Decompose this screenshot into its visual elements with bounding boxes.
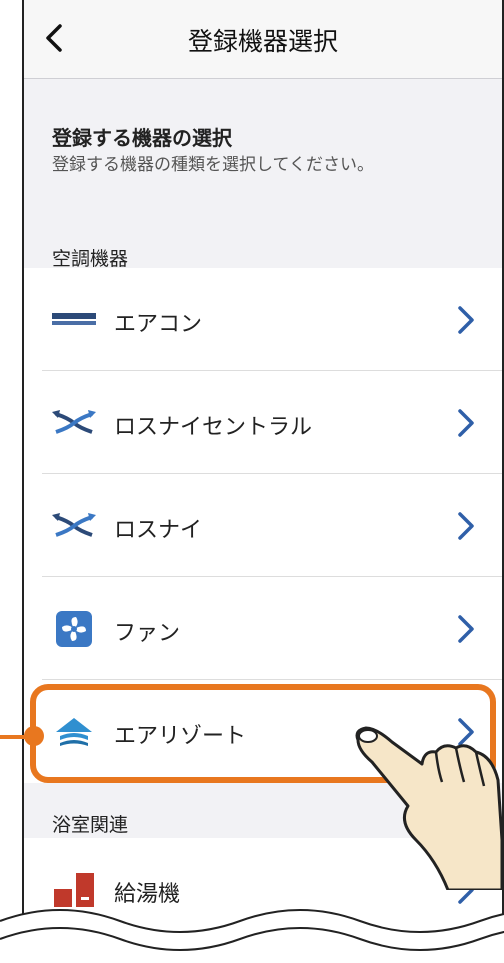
chevron-right-icon xyxy=(458,615,474,643)
list-item-aircon[interactable]: エアコン xyxy=(24,268,502,371)
nav-header: 登録機器選択 xyxy=(24,0,502,79)
item-label: ファン xyxy=(114,621,181,646)
intro-title: 登録する機器の選択 xyxy=(52,126,232,150)
pointing-hand-icon xyxy=(355,726,504,890)
item-label: ロスナイセントラル xyxy=(114,415,313,440)
lossnay-central-icon xyxy=(52,405,96,441)
aircon-icon xyxy=(52,302,96,338)
page-title: 登録機器選択 xyxy=(187,27,338,56)
list-item-lossnay[interactable]: ロスナイ xyxy=(24,474,502,577)
list-item-fan[interactable]: ファン xyxy=(24,577,502,680)
section-header-bathroom: 浴室関連 xyxy=(52,814,129,836)
list-item-lossnay-central[interactable]: ロスナイセントラル xyxy=(24,371,502,474)
chevron-right-icon xyxy=(458,409,474,437)
chevron-right-icon xyxy=(458,306,474,334)
fan-icon xyxy=(52,611,96,647)
item-label: エアコン xyxy=(114,312,203,337)
chevron-right-icon xyxy=(458,512,474,540)
item-label: ロスナイ xyxy=(114,518,203,543)
section-header-aircon: 空調機器 xyxy=(52,248,129,270)
lossnay-icon xyxy=(52,508,96,544)
callout-dot xyxy=(24,726,44,746)
intro-subtitle: 登録する機器の種類を選択してください。 xyxy=(52,155,374,175)
wave-cutoff xyxy=(0,909,504,963)
